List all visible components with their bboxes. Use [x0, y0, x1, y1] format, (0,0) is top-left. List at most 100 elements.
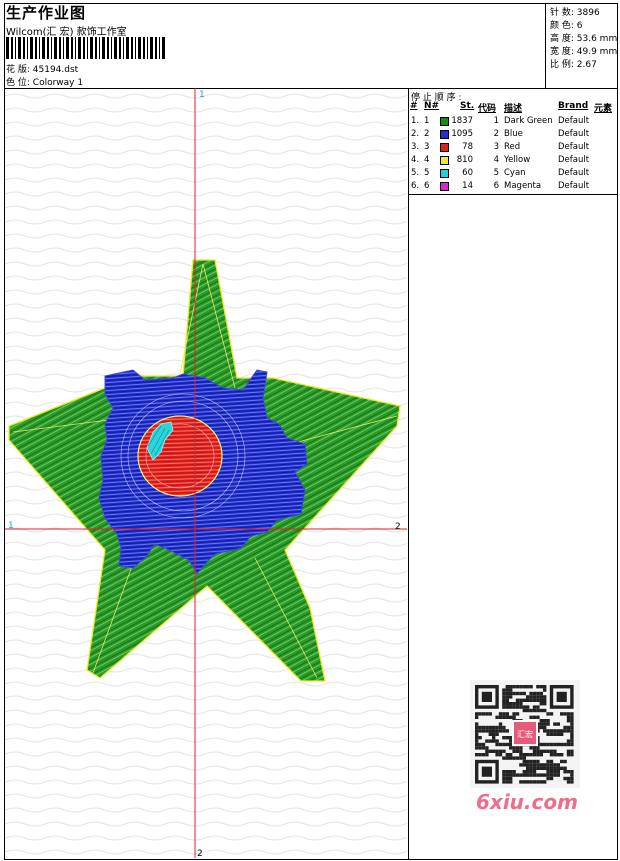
qr-module — [502, 691, 506, 696]
column-header: St. — [460, 101, 475, 111]
table-row[interactable]: 1. 1 1837 1 Dark Green Default — [410, 115, 618, 128]
qr-module — [475, 742, 479, 747]
stat-label: 颜 色: — [550, 21, 574, 31]
qr-module — [566, 715, 571, 719]
watermark-site: 6xiu.com — [476, 790, 578, 814]
table-row[interactable]: 3. 3 78 3 Red Default — [410, 141, 618, 154]
qr-module — [536, 685, 540, 689]
qr-module — [549, 753, 554, 757]
table-row[interactable]: 6. 6 14 6 Magenta Default — [410, 180, 618, 193]
barcode-bar — [119, 37, 121, 59]
divider-line — [408, 88, 409, 860]
colorway-label: 色 位: — [6, 78, 30, 88]
qr-module — [560, 712, 564, 716]
qr-module — [570, 725, 574, 730]
qr-module — [522, 753, 526, 757]
stat-value: 3896 — [576, 8, 600, 18]
qr-module — [566, 742, 571, 747]
barcode-bar — [63, 37, 64, 59]
qr-module — [502, 715, 506, 719]
column-header: 元素 — [594, 104, 613, 114]
qr-module — [570, 742, 574, 747]
qr-module — [519, 749, 523, 753]
qr-module — [532, 746, 537, 750]
column-header: N# — [424, 101, 440, 111]
qr-module — [509, 695, 513, 699]
qr-module — [563, 759, 567, 764]
stat-label: 宽 度: — [550, 47, 574, 57]
colorway-value: Colorway 1 — [32, 78, 84, 88]
qr-module — [502, 688, 506, 692]
row-code: 2 — [493, 129, 499, 139]
qr-module — [529, 753, 533, 757]
row-number: 4. — [411, 155, 420, 165]
qr-module — [536, 746, 540, 750]
barcode-bar — [75, 37, 76, 59]
row-code: 6 — [493, 181, 499, 191]
color-swatch — [440, 156, 449, 165]
qr-module — [488, 732, 492, 736]
qr-module — [509, 746, 513, 750]
qr-module — [509, 776, 513, 781]
color-swatch — [440, 130, 449, 139]
color-swatch — [440, 117, 449, 126]
qr-module — [563, 766, 567, 770]
qr-module — [509, 685, 513, 689]
qr-module — [526, 705, 530, 709]
qr-module — [570, 776, 574, 781]
table-row[interactable]: 4. 4 810 4 Yellow Default — [410, 154, 618, 167]
qr-stamp-text: 汇宏 — [517, 729, 533, 739]
qr-module — [556, 766, 560, 770]
qr-module — [549, 742, 554, 747]
qr-module — [553, 763, 557, 767]
qr-module — [543, 685, 547, 689]
page-title: 生产作业图 — [6, 4, 87, 22]
qr-module — [481, 712, 486, 716]
qr-module — [505, 742, 509, 747]
qr-module — [563, 725, 567, 730]
qr-module — [478, 712, 482, 716]
qr-module — [495, 715, 499, 719]
qr-module — [502, 756, 506, 760]
qr-module — [522, 780, 526, 784]
column-header: # — [410, 101, 418, 111]
qr-module — [536, 691, 540, 696]
qr-module — [475, 712, 479, 716]
qr-module — [495, 725, 499, 730]
qr-module — [570, 732, 574, 736]
qr-module — [478, 742, 482, 747]
barcode-bar — [138, 37, 141, 59]
qr-module — [515, 773, 520, 777]
qr-module — [498, 712, 503, 716]
qr-module — [522, 705, 526, 709]
row-stitches: 810 — [456, 155, 473, 165]
qr-module — [560, 732, 564, 736]
qr-module — [546, 749, 550, 753]
qr-module — [539, 725, 543, 730]
qr-module — [543, 719, 547, 723]
barcode-bar — [51, 37, 52, 59]
qr-module — [495, 729, 499, 733]
qr-module — [495, 739, 499, 743]
qr-module — [475, 732, 479, 736]
column-header: 描述 — [504, 104, 523, 114]
qr-module — [526, 708, 530, 713]
qr-module — [515, 685, 520, 689]
stat-item: 比 例: 2.67 — [550, 57, 597, 70]
qr-module — [488, 749, 492, 753]
table-row[interactable]: 5. 5 60 5 Cyan Default — [410, 167, 618, 180]
qr-module — [546, 776, 550, 781]
qr-module — [512, 746, 516, 750]
barcode-bar — [107, 37, 109, 59]
qr-module — [543, 773, 547, 777]
qr-module — [519, 746, 523, 750]
qr-module — [553, 732, 557, 736]
qr-module — [526, 695, 530, 699]
qr-module — [475, 746, 479, 750]
qr-module — [502, 770, 506, 774]
qr-module — [522, 770, 526, 774]
table-row[interactable]: 2. 2 1095 2 Blue Default — [410, 128, 618, 141]
design-canvas: 1 1 2 2 — [5, 88, 407, 858]
qr-module — [519, 691, 523, 696]
stat-item: 高 度: 53.6 mm — [550, 31, 617, 44]
